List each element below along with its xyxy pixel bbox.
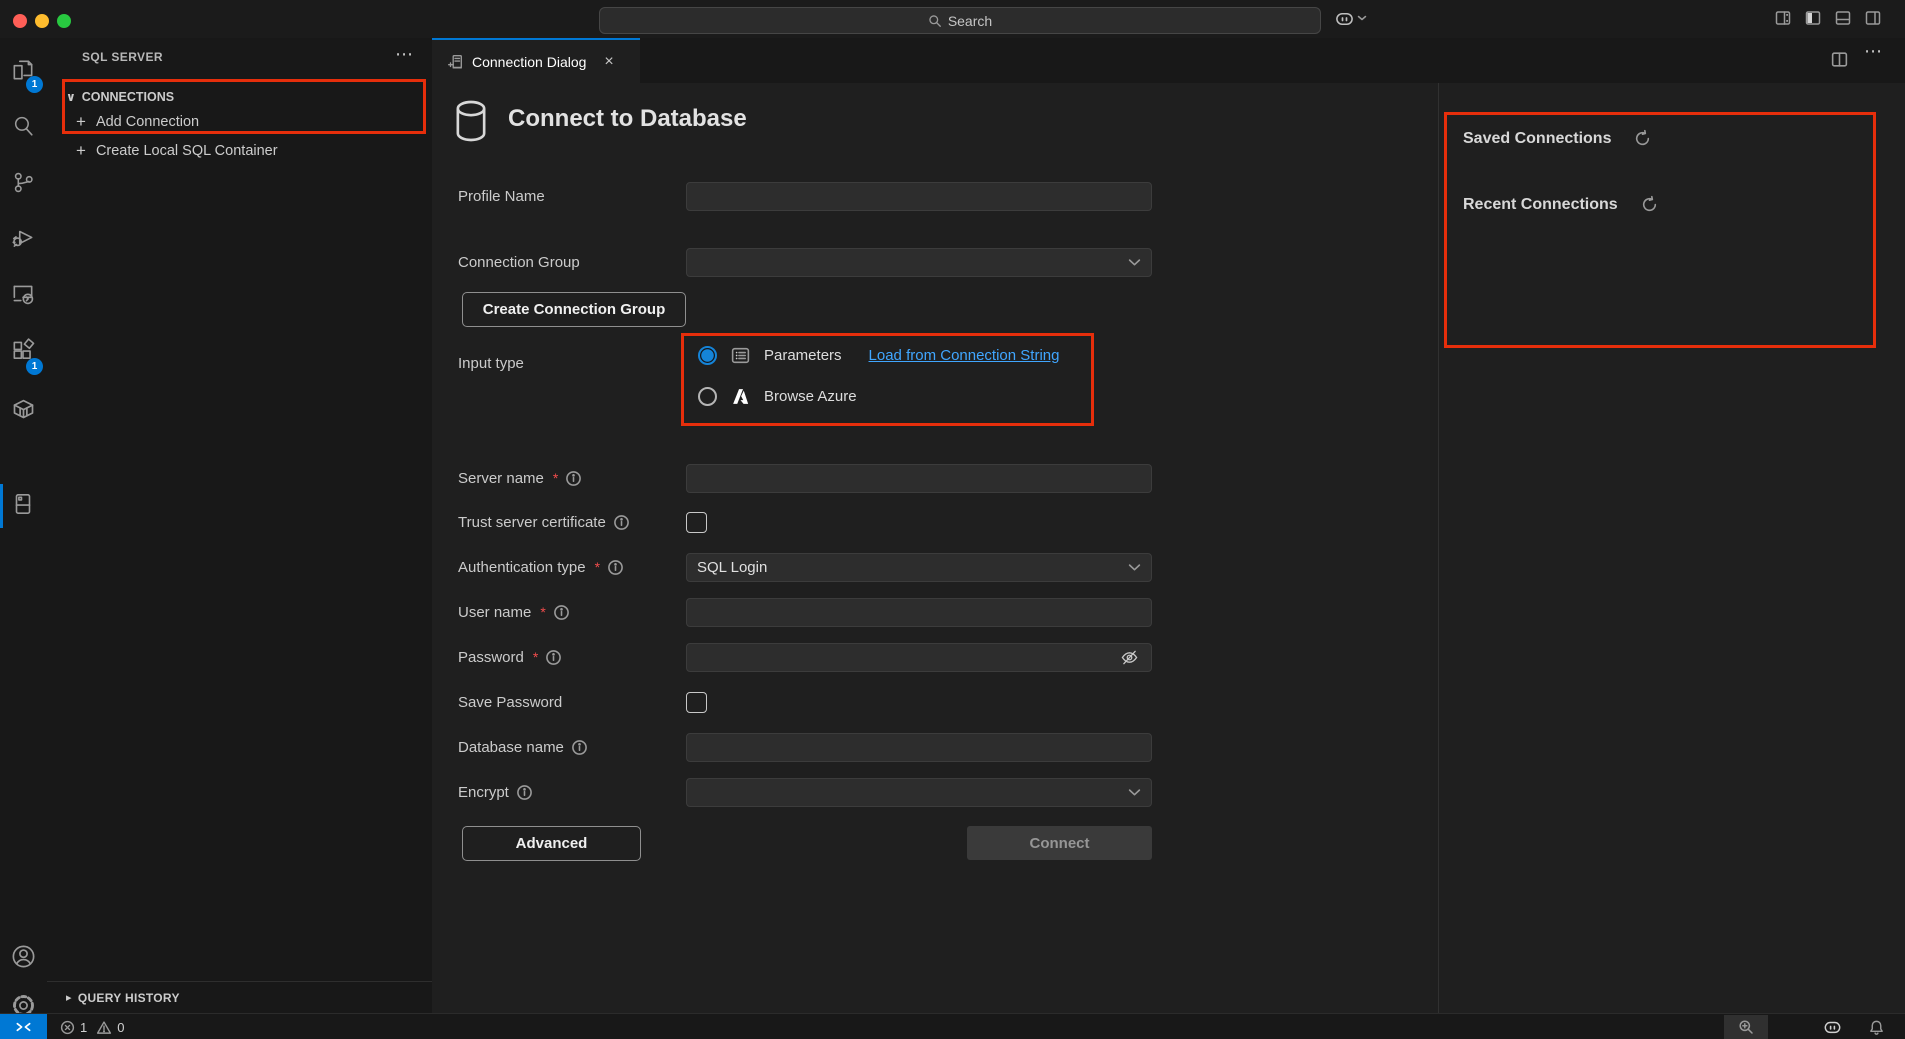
annotation-rect-input-type [681,333,1094,426]
remote-explorer-icon[interactable] [8,279,38,309]
authentication-type-select[interactable]: SQL Login [686,553,1152,582]
copilot-status-icon[interactable] [1822,1018,1843,1036]
create-local-sql-container-item[interactable]: + Create Local SQL Container [47,137,432,164]
chevron-down-icon [1128,563,1141,572]
containers-icon[interactable] [8,393,38,423]
tab-label: Connection Dialog [472,54,586,70]
error-count: 1 [80,1020,87,1035]
database-name-input[interactable] [686,733,1152,762]
search-view-icon[interactable] [8,111,38,141]
info-icon[interactable] [553,604,570,621]
annotation-rect-connections [62,79,426,134]
password-label: Password* [458,643,562,672]
database-icon [452,98,490,144]
input-type-label: Input type [458,349,524,378]
active-view-indicator [0,484,3,528]
errors-icon [60,1020,75,1035]
plus-icon: + [76,141,86,161]
close-window-button[interactable] [13,14,27,28]
title-bar: ← → Search [0,0,1905,39]
minimize-window-button[interactable] [35,14,49,28]
extensions-badge: 1 [26,358,43,375]
toggle-password-visibility-icon[interactable] [1120,649,1139,666]
editor-tab-bar: Connection Dialog × ⋯ [432,38,1905,83]
page-title: Connect to Database [508,105,747,133]
explorer-badge: 1 [26,76,43,93]
tab-connection-dialog[interactable]: Connection Dialog × [432,38,640,83]
chevron-down-icon [1128,788,1141,797]
info-icon[interactable] [607,559,624,576]
user-name-input[interactable] [686,598,1152,627]
chevron-right-icon: ▸ [66,991,72,1004]
profile-name-label: Profile Name [458,182,545,211]
info-icon[interactable] [516,784,533,801]
trust-server-certificate-label: Trust server certificate [458,508,630,537]
server-name-label: Server name* [458,464,582,493]
connection-group-label: Connection Group [458,248,580,277]
connection-group-select[interactable] [686,248,1152,277]
database-name-label: Database name [458,733,588,762]
annotation-rect-connections-panel [1444,112,1876,348]
split-editor-icon[interactable] [1830,50,1849,69]
info-icon[interactable] [565,470,582,487]
save-password-label: Save Password [458,688,562,717]
remote-indicator[interactable] [0,1014,47,1039]
editor-more-actions-icon[interactable]: ⋯ [1864,41,1883,62]
sidebar-more-actions-icon[interactable]: ⋯ [395,44,414,65]
trust-server-certificate-checkbox[interactable] [686,512,707,533]
warning-count: 0 [117,1020,124,1035]
toggle-secondary-sidebar-icon[interactable] [1864,9,1882,27]
server-name-input[interactable] [686,464,1152,493]
save-password-checkbox[interactable] [686,692,707,713]
password-input[interactable] [686,643,1152,672]
maximize-window-button[interactable] [57,14,71,28]
sidebar-sql-server: SQL SERVER ⋯ ∨ CONNECTIONS + Add Connect… [47,38,433,1013]
info-icon[interactable] [571,739,588,756]
activity-bar: 1 [0,38,48,1013]
notifications-bell-icon[interactable] [1868,1019,1885,1036]
problems-indicator[interactable]: 1 0 [60,1020,124,1035]
toggle-panel-icon[interactable] [1834,9,1852,27]
source-control-icon[interactable] [8,167,38,197]
connection-dialog-webview: Connect to Database Profile Name Connect… [432,83,1905,1013]
create-connection-group-button[interactable]: Create Connection Group [462,292,686,327]
advanced-button[interactable]: Advanced [462,826,641,861]
tab-close-icon[interactable]: × [604,53,613,71]
copilot-chevron-down-icon[interactable] [1357,14,1367,22]
accounts-icon[interactable] [8,941,38,971]
profile-name-input[interactable] [686,182,1152,211]
sql-server-view-icon[interactable] [8,489,38,519]
status-bar: 1 0 [0,1013,1905,1039]
copilot-icon[interactable] [1334,9,1355,28]
search-icon [928,14,942,28]
encrypt-label: Encrypt [458,778,533,807]
chevron-down-icon [1128,258,1141,267]
user-name-label: User name* [458,598,570,627]
warnings-icon [96,1020,112,1035]
column-divider [1438,83,1439,1013]
query-history-section-header[interactable]: ▸ QUERY HISTORY [47,981,432,1013]
vscode-window: ← → Search [0,0,1905,1039]
connect-button[interactable]: Connect [967,826,1152,860]
info-icon[interactable] [613,514,630,531]
connection-dialog-tab-icon [446,53,464,71]
authentication-type-label: Authentication type* [458,553,624,582]
toggle-primary-sidebar-icon[interactable] [1804,9,1822,27]
search-placeholder: Search [948,13,992,29]
info-icon[interactable] [545,649,562,666]
customize-layout-icon[interactable] [1774,9,1792,27]
run-and-debug-icon[interactable] [8,223,38,253]
sidebar-title: SQL SERVER [82,50,163,64]
command-center-search[interactable]: Search [599,7,1321,34]
zoom-status-icon[interactable] [1724,1015,1768,1039]
encrypt-select[interactable] [686,778,1152,807]
